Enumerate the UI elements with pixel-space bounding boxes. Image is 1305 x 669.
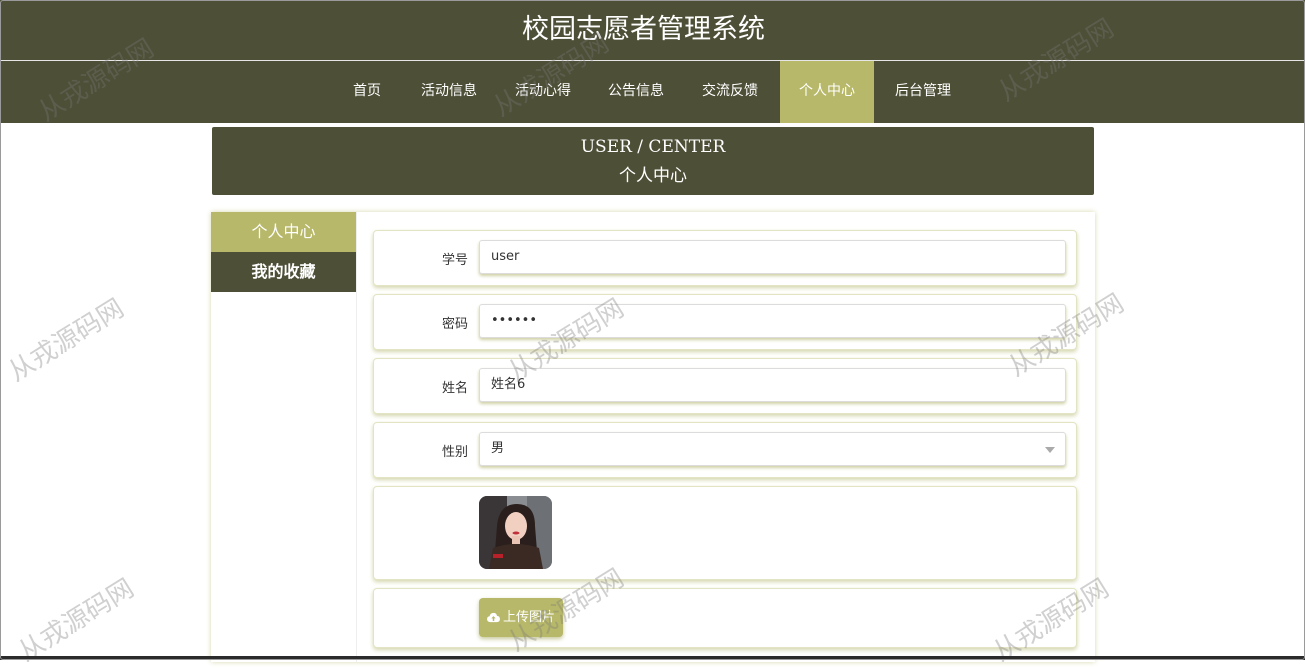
nav-item-admin[interactable]: 后台管理 xyxy=(884,61,962,123)
upload-image-label: 上传图片 xyxy=(502,610,555,625)
main-nav: 首页 活动信息 活动心得 公告信息 交流反馈 个人中心 后台管理 xyxy=(0,61,1305,123)
gender-select[interactable]: 男 xyxy=(479,432,1066,466)
nav-item-user-center[interactable]: 个人中心 xyxy=(780,61,874,123)
nav-item-home[interactable]: 首页 xyxy=(337,61,397,123)
form-row-student-id: 学号 user xyxy=(373,230,1077,286)
bottom-edge xyxy=(0,656,1305,660)
form-row-upload: 上传图片 xyxy=(373,588,1077,648)
banner-title-cn: 个人中心 xyxy=(619,166,687,186)
nav-item-announcements[interactable]: 公告信息 xyxy=(597,61,675,123)
student-id-label: 学号 xyxy=(441,253,468,268)
nav-item-activities[interactable]: 活动信息 xyxy=(410,61,488,123)
avatar-image xyxy=(479,496,552,569)
sidebar-item-favorites[interactable]: 我的收藏 xyxy=(211,252,356,292)
gender-label: 性别 xyxy=(441,445,468,460)
password-label: 密码 xyxy=(441,317,468,332)
chevron-down-icon xyxy=(1045,447,1055,453)
sidebar-item-user-center[interactable]: 个人中心 xyxy=(211,212,356,252)
upload-image-button[interactable]: 上传图片 xyxy=(479,598,563,637)
student-id-input[interactable]: user xyxy=(479,240,1066,274)
cloud-upload-icon xyxy=(487,612,500,623)
nav-item-feedback[interactable]: 交流反馈 xyxy=(691,61,769,123)
form-row-avatar xyxy=(373,486,1077,580)
nav-item-experiences[interactable]: 活动心得 xyxy=(504,61,582,123)
banner-title-en: USER / CENTER xyxy=(580,137,726,157)
page-banner: USER / CENTER 个人中心 xyxy=(212,127,1094,195)
avatar xyxy=(479,496,552,569)
form-row-gender: 性别 男 xyxy=(373,422,1077,478)
watermark: 从戎源码网 xyxy=(3,293,130,388)
site-title: 校园志愿者管理系统 xyxy=(522,14,765,45)
form-row-password: 密码 •••••• xyxy=(373,294,1077,350)
gender-select-value: 男 xyxy=(491,441,505,456)
password-input[interactable]: •••••• xyxy=(479,304,1066,338)
header: 校园志愿者管理系统 xyxy=(0,0,1305,60)
form-row-name: 姓名 姓名6 xyxy=(373,358,1077,414)
sidebar: 个人中心 我的收藏 xyxy=(211,212,357,662)
watermark: 从戎源码网 xyxy=(13,573,140,668)
name-input[interactable]: 姓名6 xyxy=(479,368,1066,402)
name-label: 姓名 xyxy=(441,381,468,396)
